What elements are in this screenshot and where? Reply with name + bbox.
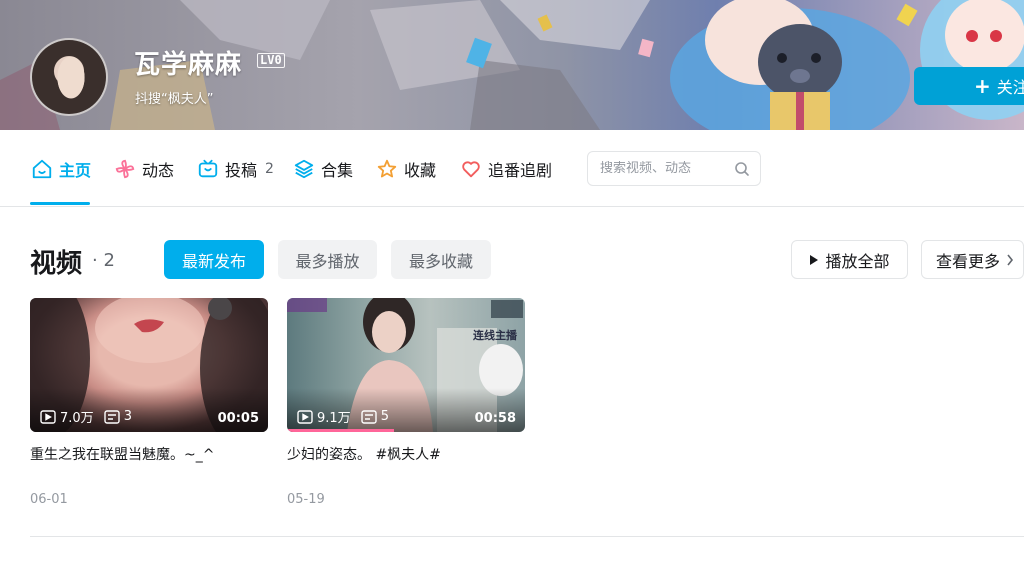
video-card[interactable]: 7.0万 3 00:05 重生之我在联盟当魅魔。~_^ 06-01 xyxy=(30,298,268,507)
sort-most-favorited-button[interactable]: 最多收藏 xyxy=(391,240,491,279)
section-title: 视频 xyxy=(30,249,83,279)
tab-uploads-label: 投稿 xyxy=(225,161,258,180)
video-stats: 7.0万 3 xyxy=(40,407,132,426)
danmaku-icon xyxy=(103,409,120,424)
video-title[interactable]: 重生之我在联盟当魅魔。~_^ xyxy=(30,445,268,465)
view-more-button[interactable]: 查看更多 xyxy=(921,240,1024,279)
level-badge: LV0 xyxy=(257,53,285,68)
play-count-value: 9.1万 xyxy=(317,411,351,426)
tab-home[interactable]: 主页 xyxy=(31,157,91,181)
thumbnail-overlay-text: 连线主播 xyxy=(473,329,517,342)
tab-uploads-count: 2 xyxy=(265,161,274,177)
play-all-button[interactable]: 播放全部 xyxy=(791,240,908,279)
home-icon xyxy=(32,159,52,179)
play-count: 7.0万 xyxy=(40,407,94,426)
tab-home-label: 主页 xyxy=(59,161,92,180)
section-count: · 2 xyxy=(92,250,115,271)
comment-count-value: 5 xyxy=(380,409,389,424)
layers-icon xyxy=(294,159,314,179)
danmaku-icon xyxy=(360,409,377,424)
tab-favorites[interactable]: 收藏 xyxy=(376,157,436,181)
sort-latest-button[interactable]: 最新发布 xyxy=(164,240,264,279)
chevron-right-icon xyxy=(1007,254,1014,265)
profile-nav: 主页 动态 投稿 2 合集 收藏 追番追剧 xyxy=(0,130,1024,207)
tab-collections[interactable]: 合集 xyxy=(293,157,353,181)
search-icon[interactable] xyxy=(734,161,750,177)
comment-count: 3 xyxy=(103,409,132,424)
play-count-icon xyxy=(40,409,56,424)
video-stats: 9.1万 5 xyxy=(297,407,389,426)
video-thumbnail[interactable]: 7.0万 3 00:05 xyxy=(30,298,268,432)
username: 瓦学麻麻 xyxy=(134,50,243,80)
user-signature: 抖搜“枫夫人” xyxy=(135,92,214,107)
video-date: 05-19 xyxy=(287,492,325,507)
video-card[interactable]: 连线主播 9.1万 5 00:58 少妇的姿态。 #枫夫人# 05-19 xyxy=(287,298,525,507)
tab-dynamic[interactable]: 动态 xyxy=(114,157,174,181)
view-more-label: 查看更多 xyxy=(936,251,1001,271)
plus-icon: + xyxy=(974,74,991,98)
sort-most-played-button[interactable]: 最多播放 xyxy=(278,240,377,279)
tab-favorites-label: 收藏 xyxy=(404,161,437,180)
star-icon xyxy=(377,159,397,178)
play-count-value: 7.0万 xyxy=(60,411,94,426)
tv-icon xyxy=(198,159,218,178)
watch-progress-bar xyxy=(287,429,395,432)
video-thumbnail[interactable]: 连线主播 9.1万 5 00:58 xyxy=(287,298,525,432)
active-tab-indicator xyxy=(30,202,90,205)
follow-button[interactable]: + 关注 xyxy=(914,67,1024,105)
tab-bangumi-label: 追番追剧 xyxy=(488,161,553,180)
follow-label: 关注 xyxy=(996,78,1024,97)
profile-banner: 瓦学麻麻 LV0 抖搜“枫夫人” + 关注 xyxy=(0,0,1024,130)
video-date: 06-01 xyxy=(30,492,68,507)
tab-uploads[interactable]: 投稿 2 xyxy=(197,157,274,181)
play-all-label: 播放全部 xyxy=(825,251,890,271)
comment-count: 5 xyxy=(360,409,389,424)
tab-dynamic-label: 动态 xyxy=(142,161,175,180)
play-count-icon xyxy=(297,409,313,424)
video-duration: 00:05 xyxy=(217,411,259,426)
heart-icon xyxy=(462,161,480,178)
section-divider xyxy=(30,536,1024,537)
avatar[interactable] xyxy=(30,38,108,116)
comment-count-value: 3 xyxy=(123,409,132,424)
video-title[interactable]: 少妇的姿态。 #枫夫人# xyxy=(287,445,525,465)
play-count: 9.1万 xyxy=(297,407,351,426)
tab-collections-label: 合集 xyxy=(321,161,354,180)
pinwheel-icon xyxy=(115,159,135,179)
video-duration: 00:58 xyxy=(474,411,516,426)
tab-bangumi[interactable]: 追番追剧 xyxy=(460,157,552,181)
play-icon xyxy=(810,254,819,265)
space-search xyxy=(587,151,761,186)
search-input[interactable] xyxy=(600,161,730,176)
